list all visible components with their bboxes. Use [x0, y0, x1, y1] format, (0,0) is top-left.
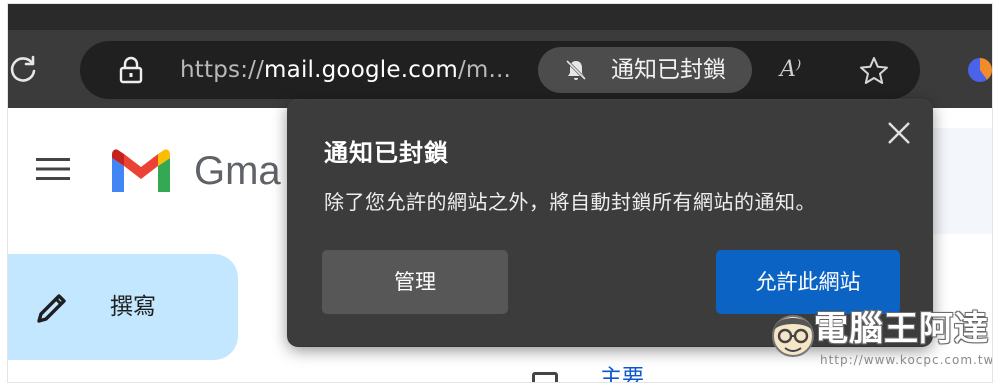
select-all-checkbox[interactable] [532, 372, 558, 382]
watermark-url: http://www.kocpc.com.tw [820, 353, 992, 367]
site-watermark: 電腦王阿達 http://www.kocpc.com.tw [768, 298, 992, 380]
url-host: mail.google.com [264, 57, 458, 83]
url-prefix: https:// [180, 57, 265, 83]
lock-icon[interactable] [118, 56, 144, 84]
watermark-title: 電腦王阿達 [814, 309, 989, 349]
notification-blocked-pill[interactable]: 通知已封鎖 [538, 47, 752, 93]
popup-title: 通知已封鎖 [324, 139, 449, 167]
url-suffix: /m... [457, 57, 512, 83]
extension-icon[interactable] [968, 58, 992, 82]
close-icon[interactable] [884, 118, 914, 148]
read-aloud-icon[interactable]: A⁾ [780, 55, 801, 85]
notification-pill-label: 通知已封鎖 [611, 57, 726, 83]
hamburger-menu-icon[interactable] [34, 154, 72, 184]
favorite-star-icon[interactable] [858, 55, 890, 87]
compose-button[interactable]: 撰寫 [8, 254, 238, 360]
gmail-logo-icon[interactable] [108, 146, 174, 196]
browser-toolbar: https://mail.google.com/m... 通知已封鎖 A⁾ [8, 30, 992, 108]
mascot-face-icon [772, 315, 814, 357]
url-text[interactable]: https://mail.google.com/m... [180, 55, 511, 85]
screenshot-frame: https://mail.google.com/m... 通知已封鎖 A⁾ Gm… [8, 4, 992, 382]
bell-off-icon [565, 59, 587, 81]
tab-primary[interactable]: 主要 [600, 364, 644, 382]
window-top-strip [8, 4, 992, 30]
address-bar[interactable]: https://mail.google.com/m... 通知已封鎖 A⁾ [80, 41, 920, 99]
popup-description: 除了您允許的網站之外，將自動封鎖所有網站的通知。 [324, 190, 816, 214]
compose-label: 撰寫 [110, 294, 156, 320]
manage-button[interactable]: 管理 [322, 250, 508, 314]
gmail-wordmark: Gma [194, 149, 281, 193]
reload-icon[interactable] [8, 54, 38, 84]
pencil-icon [37, 294, 66, 323]
